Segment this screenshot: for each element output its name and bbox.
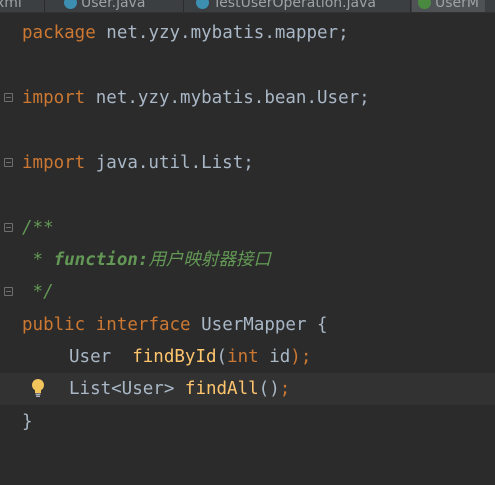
tab-test-user-operation[interactable]: TestUserOperation.java bbox=[196, 0, 376, 12]
code-line-javadoc-open: /** bbox=[0, 212, 495, 244]
param-type: int bbox=[227, 347, 259, 367]
tab-label: UserM bbox=[435, 0, 479, 11]
import-path: net.yzy.mybatis.bean.User; bbox=[85, 88, 370, 108]
tab-label: xml bbox=[0, 0, 22, 11]
code-line-interface-decl: public interface UserMapper { bbox=[0, 309, 495, 341]
fold-marker-icon[interactable] bbox=[4, 93, 13, 102]
fold-marker-icon[interactable] bbox=[4, 223, 13, 232]
fold-marker-icon[interactable] bbox=[4, 158, 13, 167]
interface-icon bbox=[418, 0, 431, 9]
keyword-package: package bbox=[22, 23, 96, 43]
javadoc-star: * bbox=[22, 250, 54, 270]
method-name: findAll bbox=[184, 379, 259, 399]
statement-end: ; bbox=[279, 379, 291, 399]
fold-marker-icon[interactable] bbox=[4, 287, 13, 296]
interface-name: UserMapper bbox=[201, 315, 307, 335]
open-brace: { bbox=[306, 315, 328, 335]
java-class-icon bbox=[64, 0, 77, 9]
return-type: List<User> bbox=[69, 379, 175, 399]
code-line-javadoc-close: */ bbox=[0, 276, 495, 308]
tab-label: User.java bbox=[81, 0, 146, 11]
keyword-import: import bbox=[22, 153, 86, 173]
tab-divider bbox=[44, 0, 45, 12]
return-type: User bbox=[69, 347, 112, 367]
package-name: net.yzy.mybatis.mapper; bbox=[95, 23, 349, 43]
code-line-javadoc-body: * function:用户映射器接口 bbox=[0, 244, 495, 276]
javadoc-description: 用户映射器接口 bbox=[148, 250, 271, 270]
code-editor[interactable]: package net.yzy.mybatis.mapper; import n… bbox=[0, 13, 495, 485]
javadoc-open: /** bbox=[22, 218, 54, 238]
close-brace: } bbox=[22, 412, 33, 432]
param-name: id bbox=[258, 347, 291, 367]
code-line-package: package net.yzy.mybatis.mapper; bbox=[0, 17, 495, 49]
tab-label: TestUserOperation.java bbox=[213, 0, 376, 11]
parens: () bbox=[258, 379, 280, 399]
keyword-interface: interface bbox=[95, 315, 191, 335]
code-line-close-brace: } bbox=[0, 406, 495, 438]
paren-open: ( bbox=[216, 347, 228, 367]
tab-divider bbox=[410, 0, 411, 12]
code-line-import-user: import net.yzy.mybatis.bean.User; bbox=[0, 82, 495, 114]
code-line-find-by-id: User findById(int id); bbox=[0, 341, 495, 373]
statement-end: ); bbox=[290, 347, 312, 367]
code-line-find-all: List<User> findAll(); bbox=[0, 373, 495, 405]
keyword-import: import bbox=[22, 88, 86, 108]
tab-xml[interactable]: xml bbox=[0, 0, 22, 12]
method-name: findById bbox=[132, 347, 217, 367]
javadoc-close: */ bbox=[22, 282, 54, 302]
import-path: java.util.List; bbox=[85, 153, 254, 173]
tab-divider bbox=[183, 0, 184, 12]
javadoc-tag: function: bbox=[53, 250, 149, 270]
code-line-import-list: import java.util.List; bbox=[0, 147, 495, 179]
lightbulb-icon[interactable] bbox=[31, 378, 45, 398]
editor-tab-bar: xml User.java TestUserOperation.java Use… bbox=[0, 0, 495, 13]
tab-user-mapper[interactable]: UserM bbox=[412, 0, 485, 12]
tab-user-java[interactable]: User.java bbox=[64, 0, 145, 12]
java-class-icon bbox=[196, 0, 209, 9]
ide-window: { "tabs": [ {"label": "xml"}, {"label": … bbox=[0, 0, 495, 485]
keyword-public: public bbox=[22, 315, 86, 335]
